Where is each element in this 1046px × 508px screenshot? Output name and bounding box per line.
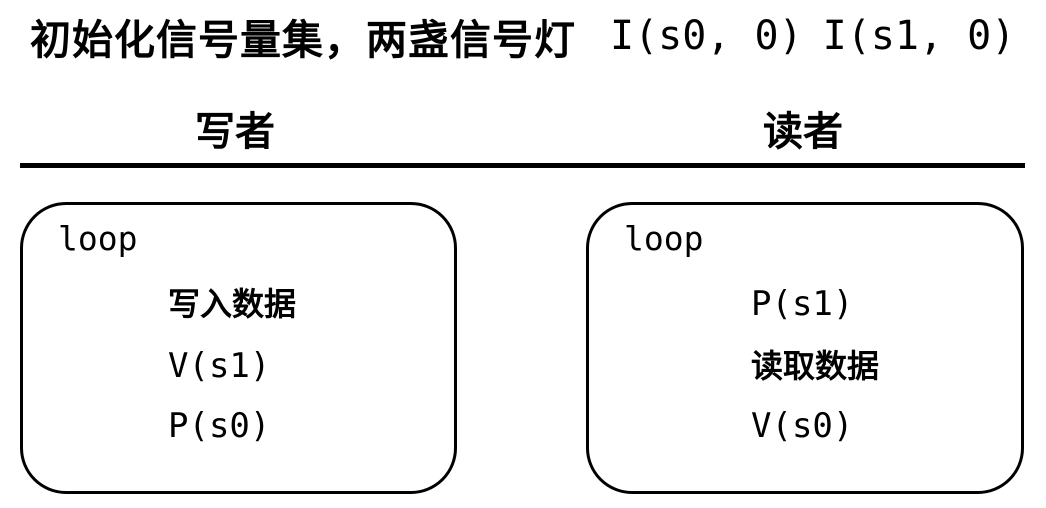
reader-step-v-s0: V(s0): [751, 406, 854, 446]
writer-step-v-s1: V(s1): [168, 346, 271, 386]
writer-loop-label: loop: [58, 219, 138, 258]
reader-step-read-data: 读取数据: [751, 347, 880, 385]
reader-step-p-s1: P(s1): [751, 284, 854, 324]
writer-panel: loop 写入数据 V(s1) P(s0): [20, 202, 457, 494]
init-s1: I(s1, 0): [822, 13, 1016, 59]
writer-step-write-data: 写入数据: [168, 285, 297, 323]
reader-panel: loop P(s1) 读取数据 V(s0): [586, 202, 1024, 494]
diagram-heading: 初始化信号量集，两盏信号灯 I(s0, 0) I(s1, 0): [30, 8, 1040, 64]
heading-text: 初始化信号量集，两盏信号灯: [30, 16, 576, 64]
reader-title: 读者: [763, 109, 843, 155]
header-divider: [20, 163, 1025, 168]
init-s0: I(s0, 0): [610, 13, 803, 59]
writer-title: 写者: [195, 109, 275, 155]
reader-loop-label: loop: [624, 219, 704, 258]
writer-step-p-s0: P(s0): [168, 406, 271, 446]
